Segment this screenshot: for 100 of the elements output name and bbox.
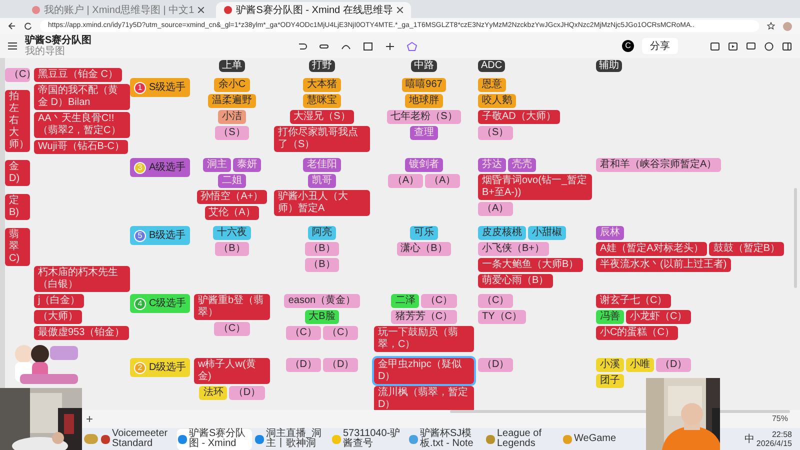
topic-node[interactable]: （C）	[323, 326, 358, 340]
panel-icon[interactable]	[782, 42, 792, 50]
topic-node[interactable]: 地球胖	[405, 94, 443, 108]
topic-node[interactable]: A娃（暂定A对标老头）	[596, 242, 708, 256]
topic-node[interactable]: （B）	[304, 258, 340, 272]
topic-node[interactable]: 孙悟空（A+）	[196, 190, 268, 204]
topic-node[interactable]: 小唯	[626, 358, 654, 372]
topic-node[interactable]: 小龙虾（C）	[626, 310, 692, 324]
topic-node[interactable]: （S）	[214, 126, 250, 140]
topic-node[interactable]: 小甜椒	[528, 226, 566, 240]
taskbar-item[interactable]: 驴酱杯SJ模板.txt - Note	[408, 428, 483, 450]
topic-node[interactable]: （S）	[478, 126, 513, 140]
topic-node[interactable]: （大师）	[34, 310, 82, 324]
topic-node[interactable]: 帝国的我不配（黄金 D）Bilan	[34, 84, 130, 110]
close-icon[interactable]	[396, 7, 403, 13]
topic-node[interactable]: 皮皮核桃	[478, 226, 526, 240]
topic-node[interactable]: Wuji哥（钻石B-C）	[34, 140, 128, 154]
topic-node[interactable]: 小C的蛋糕（C）	[596, 326, 678, 340]
topic-node[interactable]: 咬人鹅	[478, 94, 516, 108]
undo-icon[interactable]	[296, 42, 307, 50]
topic-node[interactable]: 十六夜	[213, 226, 251, 240]
topic-node[interactable]: 嘻嘻967	[402, 78, 446, 92]
close-icon[interactable]	[198, 7, 204, 13]
topic-node[interactable]: w柿子人w(黄金)	[194, 358, 270, 384]
star-icon[interactable]	[767, 22, 775, 30]
topic-node[interactable]: 谢玄子七（C）	[596, 294, 672, 308]
back-icon[interactable]	[8, 22, 16, 30]
topic-node[interactable]: 余小C	[214, 78, 250, 92]
scrollbar-thumb[interactable]	[794, 188, 797, 288]
topic-node[interactable]: （D）	[656, 358, 692, 372]
topic-node[interactable]: 驴酱小丑人（大师）暂定A	[274, 190, 370, 216]
taskbar-item[interactable]: League of Legends	[485, 428, 560, 450]
add-sheet-button[interactable]: +	[86, 410, 94, 428]
topic-node[interactable]: 朽木庙的朽木先生（白银）	[34, 266, 130, 292]
topic-node[interactable]: （C）	[286, 326, 321, 340]
topic-node[interactable]: 小飞侠（B+）	[478, 242, 549, 256]
pentagon-icon[interactable]	[406, 42, 417, 50]
topic-node[interactable]: 金甲虫zhipc（疑似D）	[374, 358, 474, 384]
topic-node[interactable]: 猪芳芳（C）	[391, 310, 457, 324]
topic-node[interactable]: 艾伦（A）	[204, 206, 260, 220]
topic-node[interactable]: 定B)	[5, 194, 30, 220]
topic-node[interactable]: 温柔遍野	[208, 94, 256, 108]
topic-node[interactable]: 最傲虚953（铂金）	[34, 326, 129, 340]
topic-node[interactable]: （C）	[478, 294, 514, 308]
topic-node[interactable]: 驴酱重b登（翡翠）	[194, 294, 270, 320]
topic-node[interactable]: 恩意	[478, 78, 506, 92]
link-icon[interactable]	[318, 42, 329, 50]
topic-node[interactable]: 半夜流水水丶(以前上过王者)	[596, 258, 731, 272]
input-method-indicator[interactable]: 中	[744, 432, 754, 446]
tier-topic[interactable]: 3 A级选手	[130, 158, 190, 177]
topic-node[interactable]: 七年老粉（S）	[386, 110, 462, 124]
topic-node[interactable]: 冯善	[596, 310, 624, 324]
topic-node[interactable]: （C）	[214, 322, 250, 336]
topic-node[interactable]: 流川枫（翡翠，暂定D）	[374, 386, 474, 410]
topic-node[interactable]: 小溪	[596, 358, 624, 372]
reload-icon[interactable]	[24, 22, 32, 30]
topic-node[interactable]: 法环	[199, 386, 228, 400]
topic-node[interactable]: 阿亮	[308, 226, 336, 240]
topic-node[interactable]: （D）	[323, 358, 358, 372]
topic-node[interactable]: AA丶天生良骨C!!（翡翠2，暂定C）	[34, 112, 130, 138]
topic-node[interactable]: 玩一下鼓励员（翡翠，C）	[374, 326, 474, 352]
topic-node[interactable]: 鼓鼓（暂定B）	[709, 242, 784, 256]
topic-node[interactable]: 黑豆豆（铂金 C）	[34, 68, 122, 82]
topic-node[interactable]: 二泽	[391, 294, 420, 308]
topic-node[interactable]: 潇心（B）	[396, 242, 452, 256]
tier-topic[interactable]: 2 D级选手	[130, 358, 190, 377]
tier-topic[interactable]: 1 S级选手	[130, 78, 190, 97]
taskbar-item[interactable]: WeGame	[562, 428, 618, 450]
topic-node[interactable]: TY（C）	[478, 310, 526, 324]
topic-node[interactable]: （C）	[421, 294, 457, 308]
topic-node[interactable]: （D）	[478, 358, 514, 372]
topic-node[interactable]: （A）	[388, 174, 423, 188]
topic-node[interactable]: eason（黄金）	[284, 294, 360, 308]
topic-node[interactable]: 慧咪宝	[303, 94, 341, 108]
user-avatar[interactable]: C	[622, 40, 634, 52]
taskbar-item[interactable]: 57311040-驴酱查号	[331, 428, 406, 450]
play-icon[interactable]	[728, 42, 738, 50]
frame-icon[interactable]	[362, 42, 373, 50]
browser-tab[interactable]: 驴酱S赛分队图 - Xmind 在线思维导	[216, 2, 411, 18]
taskbar-item[interactable]: 驴酱S赛分队图 - Xmind	[177, 428, 252, 450]
topic-node[interactable]: （A）	[425, 174, 460, 188]
topic-node[interactable]: 打你尽家凯哥我点了（S）	[274, 126, 370, 152]
topic-node[interactable]: 翡翠C)	[5, 228, 30, 266]
topic-node[interactable]: （B）	[304, 242, 340, 256]
topic-node[interactable]: 君和羊（峡谷宗师暂定A）	[596, 158, 721, 172]
tier-topic[interactable]: 5 B级选手	[130, 226, 190, 245]
add-icon[interactable]	[384, 42, 395, 50]
topic-node[interactable]: 团子	[596, 374, 624, 388]
topic-node[interactable]: （C）	[5, 68, 30, 82]
topic-node[interactable]: 子敬AD（大师）	[478, 110, 560, 124]
topic-node[interactable]: j（白金）	[34, 294, 84, 308]
topic-node[interactable]: 金 D)	[5, 160, 30, 186]
topic-node[interactable]: 大B脸	[304, 310, 340, 324]
topic-node[interactable]: 萌爱心雨（B）	[478, 274, 553, 288]
topic-node[interactable]: （D）	[286, 358, 321, 372]
topic-node[interactable]: 一条大鲍鱼（大师B）	[478, 258, 583, 272]
topic-node[interactable]: 小洁	[218, 110, 246, 124]
topic-node[interactable]: （B）	[214, 242, 250, 256]
taskbar-item[interactable]: Voicemeeter Standard	[100, 428, 175, 450]
topic-node[interactable]: 烟昏青词ovo(钻一_暂定B+至A-))	[478, 174, 592, 200]
